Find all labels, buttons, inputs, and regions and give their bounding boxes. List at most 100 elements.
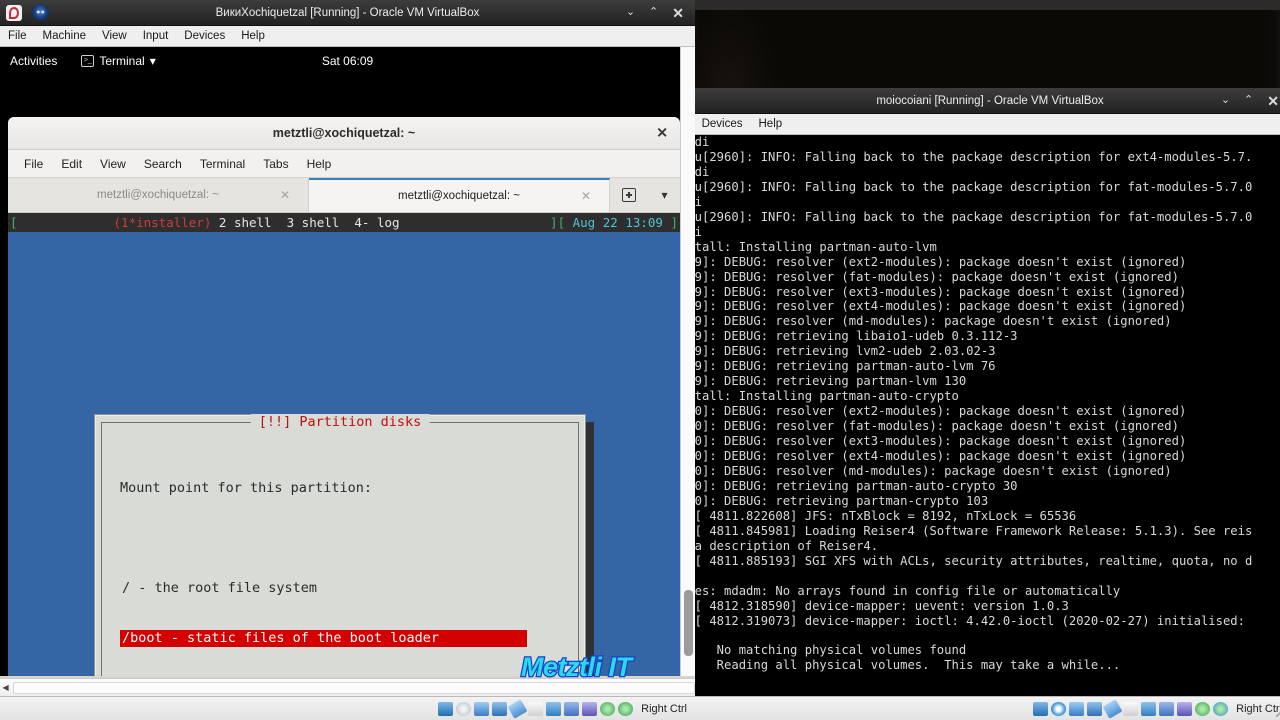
usb-icon[interactable] <box>1102 698 1123 719</box>
debian-installer-screen[interactable]: [!!] Partition disks Mount point for thi… <box>8 232 680 676</box>
virtualbox-window-moiocoiani[interactable]: moiocoiani [Running] - Oracle VM Virtual… <box>690 88 1280 720</box>
gnome-clock[interactable]: Sat 06:09 <box>0 54 695 68</box>
terminal-menubar[interactable]: File Edit View Search Terminal Tabs Help <box>8 150 680 178</box>
console-line: 359]: DEBUG: resolver (fat-modules): pac… <box>690 269 1179 284</box>
virtualization-icon[interactable] <box>1177 701 1193 716</box>
usb-icon[interactable] <box>507 698 528 719</box>
host-key-icon[interactable] <box>618 701 634 716</box>
menu-help[interactable]: Help <box>307 157 332 171</box>
left-vm-guest-screen[interactable]: Activities >_ Terminal ▾ Sat 06:09 metzt… <box>0 47 695 676</box>
menu-view[interactable]: View <box>102 30 127 42</box>
close-icon[interactable]: ✕ <box>656 125 668 142</box>
menu-terminal[interactable]: Terminal <box>200 157 245 171</box>
mount-point-list[interactable]: / - the root file system /boot - static … <box>120 547 578 676</box>
console-line: 359]: DEBUG: resolver (ext2-modules): pa… <box>690 254 1187 269</box>
tab-label: metztli@xochiquetzal: ~ <box>97 189 219 201</box>
virtualbox-window-xochiquetzal[interactable]: ВикиXochiquetzal [Running] - Oracle VM V… <box>0 0 695 720</box>
virtualization-icon[interactable] <box>582 701 598 716</box>
tmux-datetime: Aug 22 13:09 <box>565 215 671 230</box>
tab-label: metztli@xochiquetzal: ~ <box>398 190 520 202</box>
tmux-other-windows[interactable]: 2 shell 3 shell 4- log <box>211 215 400 230</box>
terminal-titlebar[interactable]: metztli@xochiquetzal: ~ ✕ <box>8 117 680 150</box>
tmux-status-bar: [ (1*installer) 2 shell 3 shell 4- log ]… <box>8 213 680 232</box>
scrollbar-thumb[interactable] <box>684 590 693 656</box>
menu-help[interactable]: Help <box>759 118 783 130</box>
console-line: 359]: DEBUG: resolver (ext4-modules): pa… <box>690 299 1187 314</box>
hard-disk-icon[interactable] <box>1033 701 1049 716</box>
menu-help[interactable]: Help <box>241 30 265 42</box>
floppy-disk-icon[interactable] <box>1069 701 1085 716</box>
console-line: nstall: Installing partman-auto-lvm <box>690 239 937 254</box>
console-line: 480]: DEBUG: resolver (ext4-modules): pa… <box>690 449 1187 464</box>
left-vm-vertical-scrollbar[interactable] <box>680 47 695 676</box>
menu-view[interactable]: View <box>100 157 126 171</box>
minimize-icon[interactable]: ⌄ <box>626 7 635 18</box>
close-icon[interactable]: ✕ <box>672 6 684 20</box>
display-icon[interactable] <box>546 701 562 716</box>
resize-grip[interactable] <box>1276 705 1280 717</box>
dialog-box[interactable]: [!!] Partition disks Mount point for thi… <box>94 414 586 676</box>
right-vm-guest-screen[interactable]: 4-dienu[2960]: INFO: Falling back to the… <box>690 135 1280 696</box>
tmux-active-window[interactable]: (1*installer) <box>114 215 212 230</box>
partition-disks-dialog[interactable]: [!!] Partition disks Mount point for thi… <box>94 414 594 676</box>
mouse-integration-icon[interactable] <box>1195 701 1211 716</box>
close-icon[interactable]: ✕ <box>1267 94 1279 108</box>
gnome-top-bar[interactable]: Activities >_ Terminal ▾ Sat 06:09 <box>0 47 695 74</box>
left-vm-menubar[interactable]: File Machine View Input Devices Help <box>0 26 695 47</box>
mount-option-boot[interactable]: /boot - static files of the boot loader <box>120 629 527 647</box>
tab-close-icon[interactable]: ✕ <box>581 189 591 203</box>
left-vm-window-controls[interactable]: ⌄ ⌃ ✕ <box>626 6 695 20</box>
hard-disk-icon[interactable] <box>438 701 454 716</box>
restore-icon[interactable]: ⌃ <box>649 7 658 18</box>
console-line: n: Reading all physical volumes. This ma… <box>690 658 1121 673</box>
terminal-tab-2[interactable]: metztli@xochiquetzal: ~ ✕ <box>309 178 610 212</box>
menu-machine[interactable]: Machine <box>43 30 86 42</box>
right-vm-menubar[interactable]: ut Devices Help <box>690 114 1280 135</box>
dialog-body: Mount point for this partition: / - the … <box>102 423 578 676</box>
terminal-title-text: metztli@xochiquetzal: ~ <box>272 126 416 140</box>
new-tab-icon[interactable] <box>622 188 637 202</box>
console-line: enu[2960]: INFO: Falling back to the pac… <box>690 179 1253 194</box>
menu-file[interactable]: File <box>24 157 43 171</box>
left-vm-titlebar[interactable]: ВикиXochiquetzal [Running] - Oracle VM V… <box>0 0 695 26</box>
terminal-tab-tools[interactable]: ▾ <box>610 178 680 212</box>
scrollbar-thumb[interactable] <box>13 681 695 694</box>
mouse-integration-icon[interactable] <box>600 701 616 716</box>
display-icon[interactable] <box>1141 701 1157 716</box>
console-line: 480]: DEBUG: resolver (ext3-modules): pa… <box>690 434 1187 449</box>
shared-folders-icon[interactable] <box>1123 701 1139 716</box>
menu-edit[interactable]: Edit <box>61 157 82 171</box>
menu-devices[interactable]: Devices <box>184 30 225 42</box>
menu-tabs[interactable]: Tabs <box>263 157 288 171</box>
right-vm-titlebar[interactable]: moiocoiani [Running] - Oracle VM Virtual… <box>690 88 1280 114</box>
metztli-it-watermark: Metztli IT <box>520 651 633 684</box>
network-icon[interactable] <box>492 701 508 716</box>
scroll-left-arrow-icon[interactable]: ◀ <box>0 683 11 692</box>
floppy-disk-icon[interactable] <box>474 701 490 716</box>
tab-close-icon[interactable]: ✕ <box>280 188 290 202</box>
optical-disk-icon[interactable] <box>1051 701 1067 716</box>
chevron-down-icon[interactable]: ▾ <box>661 188 667 202</box>
menu-file[interactable]: File <box>8 30 27 42</box>
terminal-tab-1[interactable]: metztli@xochiquetzal: ~ ✕ <box>8 178 309 212</box>
minimize-icon[interactable]: ⌄ <box>1221 95 1230 106</box>
recording-icon[interactable] <box>564 701 580 716</box>
console-line: r a description of Reiser4. <box>690 538 879 553</box>
restore-icon[interactable]: ⌃ <box>1244 95 1253 106</box>
menu-devices[interactable]: Devices <box>702 118 743 130</box>
console-line: : [ 4811.845981] Loading Reiser4 (Softwa… <box>690 523 1253 538</box>
network-icon[interactable] <box>1087 701 1103 716</box>
host-key-icon[interactable] <box>1213 701 1229 716</box>
optical-disk-icon[interactable] <box>456 701 472 716</box>
shared-folders-icon[interactable] <box>528 701 544 716</box>
mount-option-root[interactable]: / - the root file system <box>120 580 527 597</box>
menu-input[interactable]: Input <box>143 30 169 42</box>
terminal-tab-bar[interactable]: metztli@xochiquetzal: ~ ✕ metztli@xochiq… <box>8 178 680 213</box>
menu-search[interactable]: Search <box>144 157 182 171</box>
virtualbox-logo-icon <box>6 4 22 21</box>
recording-icon[interactable] <box>1159 701 1175 716</box>
right-vm-window-controls[interactable]: ⌄ ⌃ ✕ <box>1221 94 1280 108</box>
gnome-terminal-window[interactable]: metztli@xochiquetzal: ~ ✕ File Edit View… <box>8 117 680 676</box>
